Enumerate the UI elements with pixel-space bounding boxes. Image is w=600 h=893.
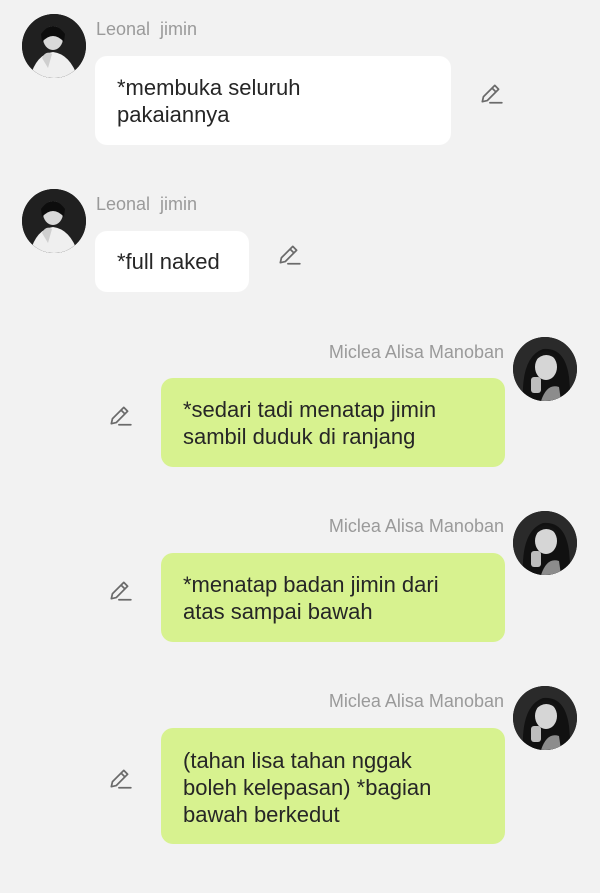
avatar[interactable] — [513, 337, 577, 401]
sender-name: Leonal jimin — [96, 19, 198, 39]
sender-name: Miclea Alisa Manoban — [328, 691, 504, 711]
sender-name: Miclea Alisa Manoban — [328, 516, 504, 536]
pencil-icon — [110, 581, 132, 601]
edit-message-button[interactable] — [107, 577, 133, 603]
avatar[interactable] — [22, 14, 86, 78]
miclea-alisa-avatar-icon — [513, 511, 577, 575]
message-bubble[interactable]: *sedari tadi menatap jimin sambil duduk … — [161, 378, 505, 467]
avatar[interactable] — [513, 511, 577, 575]
sender-name: Miclea Alisa Manoban — [328, 342, 504, 362]
message-bubble[interactable]: *membuka seluruh pakaiannya — [95, 56, 451, 145]
message-bubble[interactable]: *menatap badan jimin dari atas sampai ba… — [161, 553, 505, 642]
miclea-alisa-avatar-icon — [513, 337, 577, 401]
sender-name: Leonal jimin — [96, 194, 198, 214]
edit-message-button[interactable] — [276, 241, 302, 267]
edit-message-button[interactable] — [107, 765, 133, 791]
message-bubble[interactable]: *full naked — [95, 231, 249, 292]
avatar[interactable] — [22, 189, 86, 253]
pencil-icon — [110, 406, 132, 426]
pencil-icon — [481, 84, 503, 104]
miclea-alisa-avatar-icon — [513, 686, 577, 750]
message-bubble[interactable]: (tahan lisa tahan nggak boleh kelepasan)… — [161, 728, 505, 844]
pencil-icon — [279, 245, 301, 265]
pencil-icon — [110, 769, 132, 789]
edit-message-button[interactable] — [478, 80, 504, 106]
leonal-jimin-avatar-icon — [22, 189, 86, 253]
avatar[interactable] — [513, 686, 577, 750]
leonal-jimin-avatar-icon — [22, 14, 86, 78]
edit-message-button[interactable] — [107, 402, 133, 428]
